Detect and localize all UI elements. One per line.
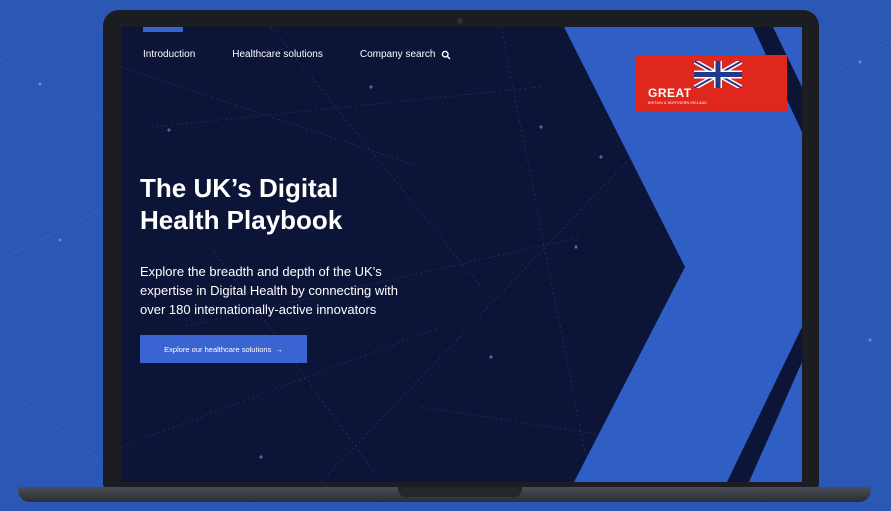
hero-desc-line-3: over 180 internationally-active innovato… [140, 302, 377, 317]
nav-active-indicator [143, 27, 183, 32]
main-nav: Introduction Healthcare solutions Compan… [143, 49, 451, 60]
hero-title: The UK’s Digital Health Playbook [140, 172, 440, 236]
hero-desc-line-2: expertise in Digital Health by connectin… [140, 283, 398, 298]
search-icon [442, 50, 451, 59]
laptop-base [18, 487, 871, 502]
great-logo[interactable]: GREAT BRITAIN & NORTHERN IRELAND [636, 55, 787, 111]
arrow-right-icon: → [275, 344, 283, 354]
nav-introduction[interactable]: Introduction [143, 49, 195, 60]
explore-healthcare-solutions-button[interactable]: Explore our healthcare solutions → [140, 335, 307, 363]
logo-text: GREAT [648, 86, 692, 100]
laptop-base-notch [398, 487, 522, 497]
cta-label: Explore our healthcare solutions [164, 344, 272, 354]
nav-healthcare-solutions[interactable]: Healthcare solutions [232, 49, 323, 60]
nav-company-search[interactable]: Company search [360, 49, 452, 60]
logo-subtext: BRITAIN & NORTHERN IRELAND [648, 101, 707, 105]
hero-desc-line-1: Explore the breadth and depth of the UK'… [140, 264, 382, 279]
hero-description: Explore the breadth and depth of the UK'… [140, 262, 480, 319]
laptop-lid: Introduction Healthcare solutions Compan… [103, 10, 819, 488]
hero-title-line-1: The UK’s Digital [140, 173, 339, 203]
company-search-label: Company search [359, 49, 436, 60]
union-flag-icon [694, 61, 742, 88]
laptop-screen: Introduction Healthcare solutions Compan… [121, 27, 802, 482]
hero-title-line-2: Health Playbook [140, 205, 343, 235]
laptop-camera [457, 18, 463, 24]
